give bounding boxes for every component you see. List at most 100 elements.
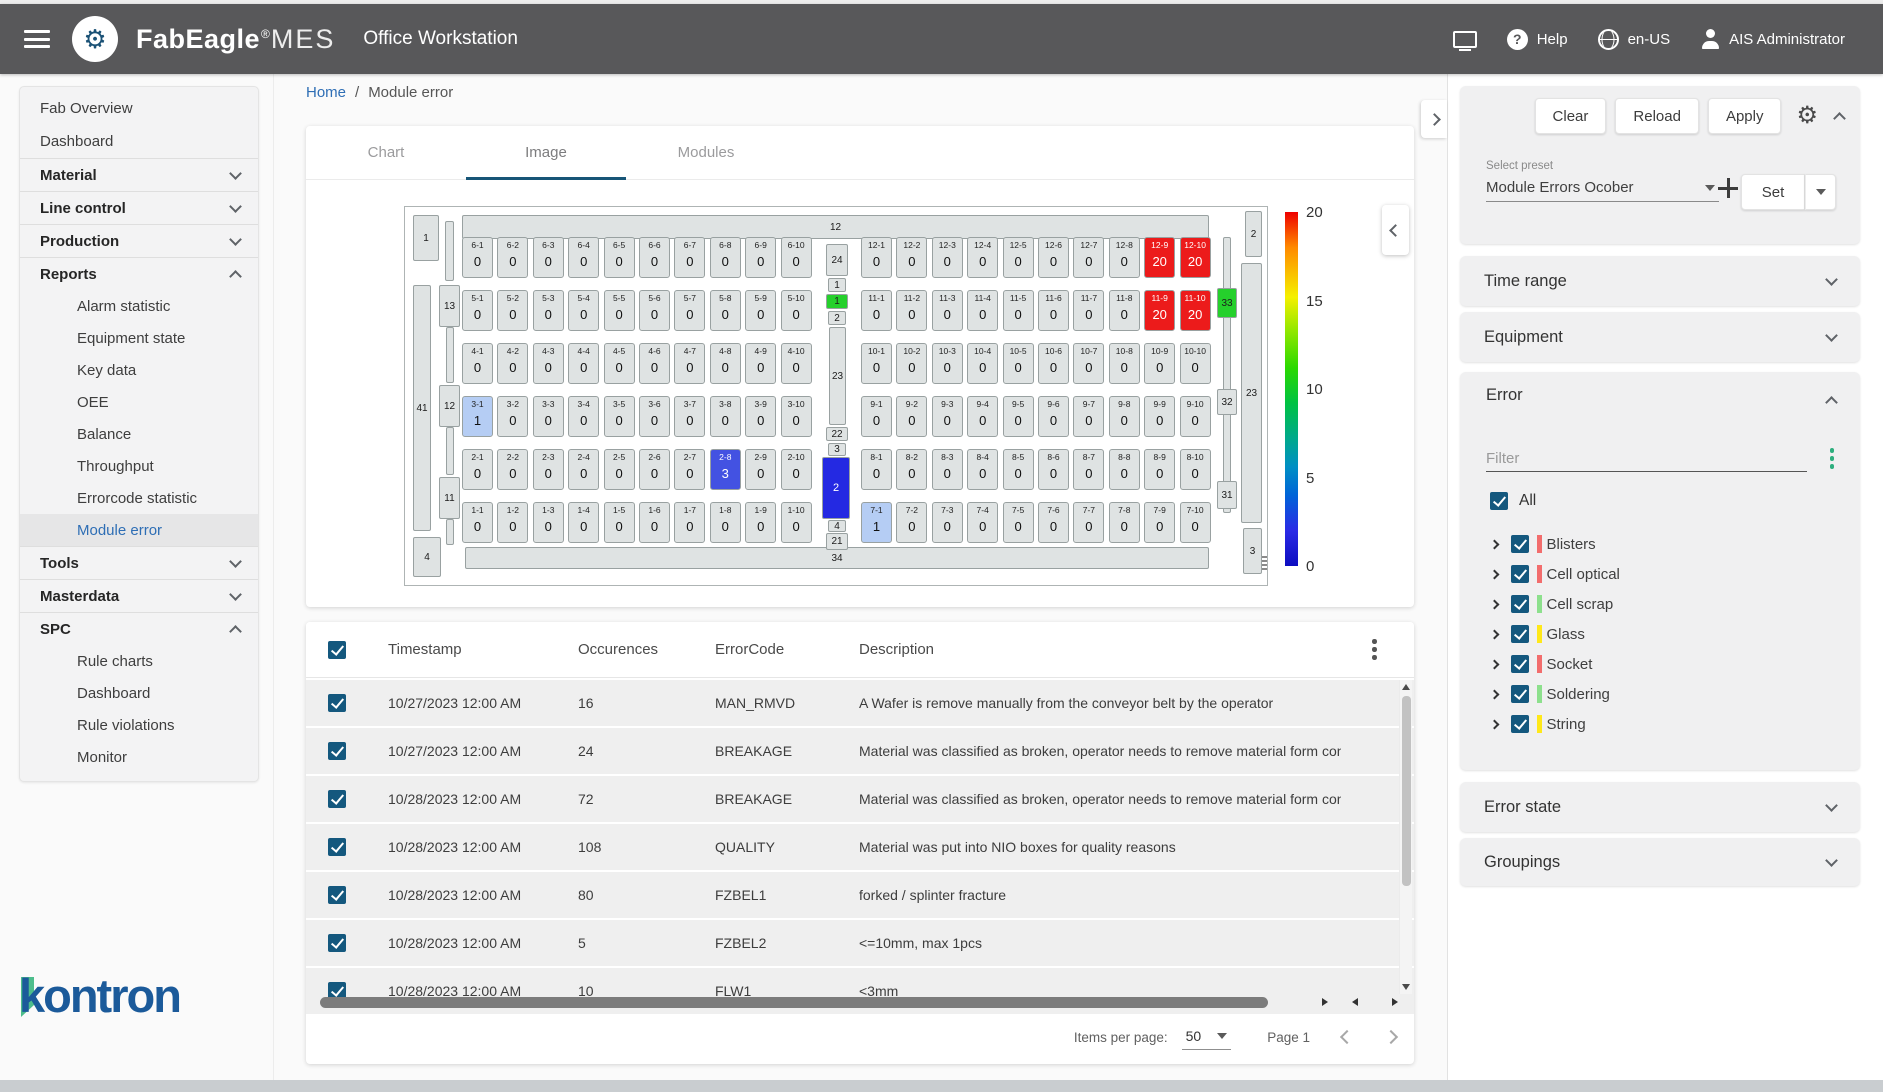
sidebar-item-errorcode-statistic[interactable]: Errorcode statistic (20, 482, 258, 514)
error-filter-input[interactable] (1486, 446, 1807, 472)
sidebar-item-equipment-state[interactable]: Equipment state (20, 322, 258, 354)
module-cell-2-5[interactable]: 2-50 (604, 449, 635, 490)
module-cell-10-6[interactable]: 10-60 (1038, 343, 1069, 384)
module-cell-2-8[interactable]: 2-83 (710, 449, 741, 490)
table-row[interactable]: 10/28/2023 12:00 AM72BREAKAGEMaterial wa… (306, 776, 1414, 822)
module-cell-10-7[interactable]: 10-70 (1073, 343, 1104, 384)
sidebar-item-rule-charts[interactable]: Rule charts (20, 645, 258, 677)
sidebar-item-spc[interactable]: SPC (20, 612, 258, 645)
module-cell-5-8[interactable]: 5-80 (710, 290, 741, 331)
reload-button[interactable]: Reload (1615, 98, 1699, 134)
module-cell-11-9[interactable]: 11-920 (1144, 290, 1175, 331)
module-cell-2-3[interactable]: 2-30 (533, 449, 564, 490)
module-cell-6-10[interactable]: 6-100 (781, 237, 812, 278)
module-cell-11-2[interactable]: 11-20 (896, 290, 927, 331)
sidebar-item-module-error[interactable]: Module error (20, 514, 258, 546)
module-cell-4-7[interactable]: 4-70 (674, 343, 705, 384)
module-cell-4-8[interactable]: 4-80 (710, 343, 741, 384)
table-row[interactable]: 10/28/2023 12:00 AM108QUALITYMaterial wa… (306, 824, 1414, 870)
module-cell-5-6[interactable]: 5-60 (639, 290, 670, 331)
module-cell-2-6[interactable]: 2-60 (639, 449, 670, 490)
module-cell-8-7[interactable]: 8-70 (1073, 449, 1104, 490)
error-item-checkbox[interactable] (1511, 625, 1529, 643)
error-item-checkbox[interactable] (1511, 715, 1529, 733)
tab-chart[interactable]: Chart (306, 126, 466, 179)
select-all-checkbox[interactable] (328, 641, 346, 659)
module-cell-7-8[interactable]: 7-80 (1109, 502, 1140, 543)
sidebar-item-alarm-statistic[interactable]: Alarm statistic (20, 290, 258, 322)
module-cell-4-1[interactable]: 4-10 (462, 343, 493, 384)
module-cell-2-7[interactable]: 2-70 (674, 449, 705, 490)
module-cell-2-4[interactable]: 2-40 (568, 449, 599, 490)
scroll-down-icon[interactable] (1402, 984, 1410, 990)
module-cell-1-6[interactable]: 1-60 (639, 502, 670, 543)
error-tree-item-soldering[interactable]: Soldering (1460, 679, 1860, 709)
module-cell-7-6[interactable]: 7-60 (1038, 502, 1069, 543)
module-cell-7-1[interactable]: 7-11 (861, 502, 892, 543)
module-cell-5-4[interactable]: 5-40 (568, 290, 599, 331)
module-cell-6-4[interactable]: 6-40 (568, 237, 599, 278)
sidebar-item-dashboard[interactable]: Dashboard (20, 125, 258, 158)
chevron-up-icon[interactable] (1825, 396, 1838, 409)
sidebar-item-reports[interactable]: Reports (20, 257, 258, 290)
sidebar-item-oee[interactable]: OEE (20, 386, 258, 418)
module-cell-6-8[interactable]: 6-80 (710, 237, 741, 278)
module-cell-3-8[interactable]: 3-80 (710, 396, 741, 437)
module-cell-10-9[interactable]: 10-90 (1144, 343, 1175, 384)
monitor-button[interactable] (1453, 31, 1477, 48)
module-cell-8-9[interactable]: 8-90 (1144, 449, 1175, 490)
module-cell-1-8[interactable]: 1-80 (710, 502, 741, 543)
module-cell-3-10[interactable]: 3-100 (781, 396, 812, 437)
module-cell-10-2[interactable]: 10-20 (896, 343, 927, 384)
module-cell-5-3[interactable]: 5-30 (533, 290, 564, 331)
module-cell-3-2[interactable]: 3-20 (497, 396, 528, 437)
module-cell-6-6[interactable]: 6-60 (639, 237, 670, 278)
module-cell-5-10[interactable]: 5-100 (781, 290, 812, 331)
module-cell-6-2[interactable]: 6-20 (497, 237, 528, 278)
error-item-checkbox[interactable] (1511, 685, 1529, 703)
module-cell-9-4[interactable]: 9-40 (967, 396, 998, 437)
module-cell-11-1[interactable]: 11-10 (861, 290, 892, 331)
expand-chevron-icon[interactable] (1490, 629, 1500, 639)
sidebar-item-rule-violations[interactable]: Rule violations (20, 709, 258, 741)
user-menu[interactable]: AIS Administrator (1700, 29, 1845, 49)
module-cell-11-3[interactable]: 11-30 (932, 290, 963, 331)
items-per-page-select[interactable]: 50 (1182, 1025, 1232, 1050)
accordion-equipment[interactable]: Equipment (1460, 312, 1860, 362)
sidebar-item-tools[interactable]: Tools (20, 546, 258, 579)
error-item-checkbox[interactable] (1511, 595, 1529, 613)
expand-chevron-icon[interactable] (1490, 539, 1500, 549)
module-cell-1-9[interactable]: 1-90 (745, 502, 776, 543)
module-cell-4-10[interactable]: 4-100 (781, 343, 812, 384)
module-cell-9-1[interactable]: 9-10 (861, 396, 892, 437)
table-row[interactable]: 10/28/2023 12:00 AM80FZBEL1forked / spli… (306, 872, 1414, 918)
scroll-left-icon[interactable] (1352, 998, 1358, 1006)
sidebar-item-production[interactable]: Production (20, 224, 258, 257)
module-cell-4-9[interactable]: 4-90 (745, 343, 776, 384)
menu-icon[interactable] (24, 30, 50, 48)
module-cell-6-9[interactable]: 6-90 (745, 237, 776, 278)
expand-chevron-icon[interactable] (1490, 599, 1500, 609)
module-cell-3-6[interactable]: 3-60 (639, 396, 670, 437)
error-tree-item-glass[interactable]: Glass (1460, 619, 1860, 649)
all-checkbox[interactable] (1490, 492, 1508, 510)
error-tree-item-cell-optical[interactable]: Cell optical (1460, 559, 1860, 589)
module-cell-11-10[interactable]: 11-1020 (1180, 290, 1211, 331)
module-cell-4-6[interactable]: 4-60 (639, 343, 670, 384)
module-cell-8-8[interactable]: 8-80 (1109, 449, 1140, 490)
error-item-checkbox[interactable] (1511, 535, 1529, 553)
accordion-groupings[interactable]: Groupings (1460, 838, 1860, 886)
module-cell-7-10[interactable]: 7-100 (1180, 502, 1211, 543)
module-cell-3-5[interactable]: 3-50 (604, 396, 635, 437)
module-cell-8-4[interactable]: 8-40 (967, 449, 998, 490)
accordion-error-state[interactable]: Error state (1460, 782, 1860, 832)
module-cell-9-5[interactable]: 9-50 (1003, 396, 1034, 437)
expand-chevron-icon[interactable] (1490, 569, 1500, 579)
module-cell-2-1[interactable]: 2-10 (462, 449, 493, 490)
set-options-button[interactable] (1805, 174, 1836, 210)
sidebar-item-line-control[interactable]: Line control (20, 191, 258, 224)
module-cell-6-3[interactable]: 6-30 (533, 237, 564, 278)
expand-chevron-icon[interactable] (1490, 719, 1500, 729)
breadcrumb-home-link[interactable]: Home (306, 84, 346, 101)
module-cell-12-4[interactable]: 12-40 (967, 237, 998, 278)
